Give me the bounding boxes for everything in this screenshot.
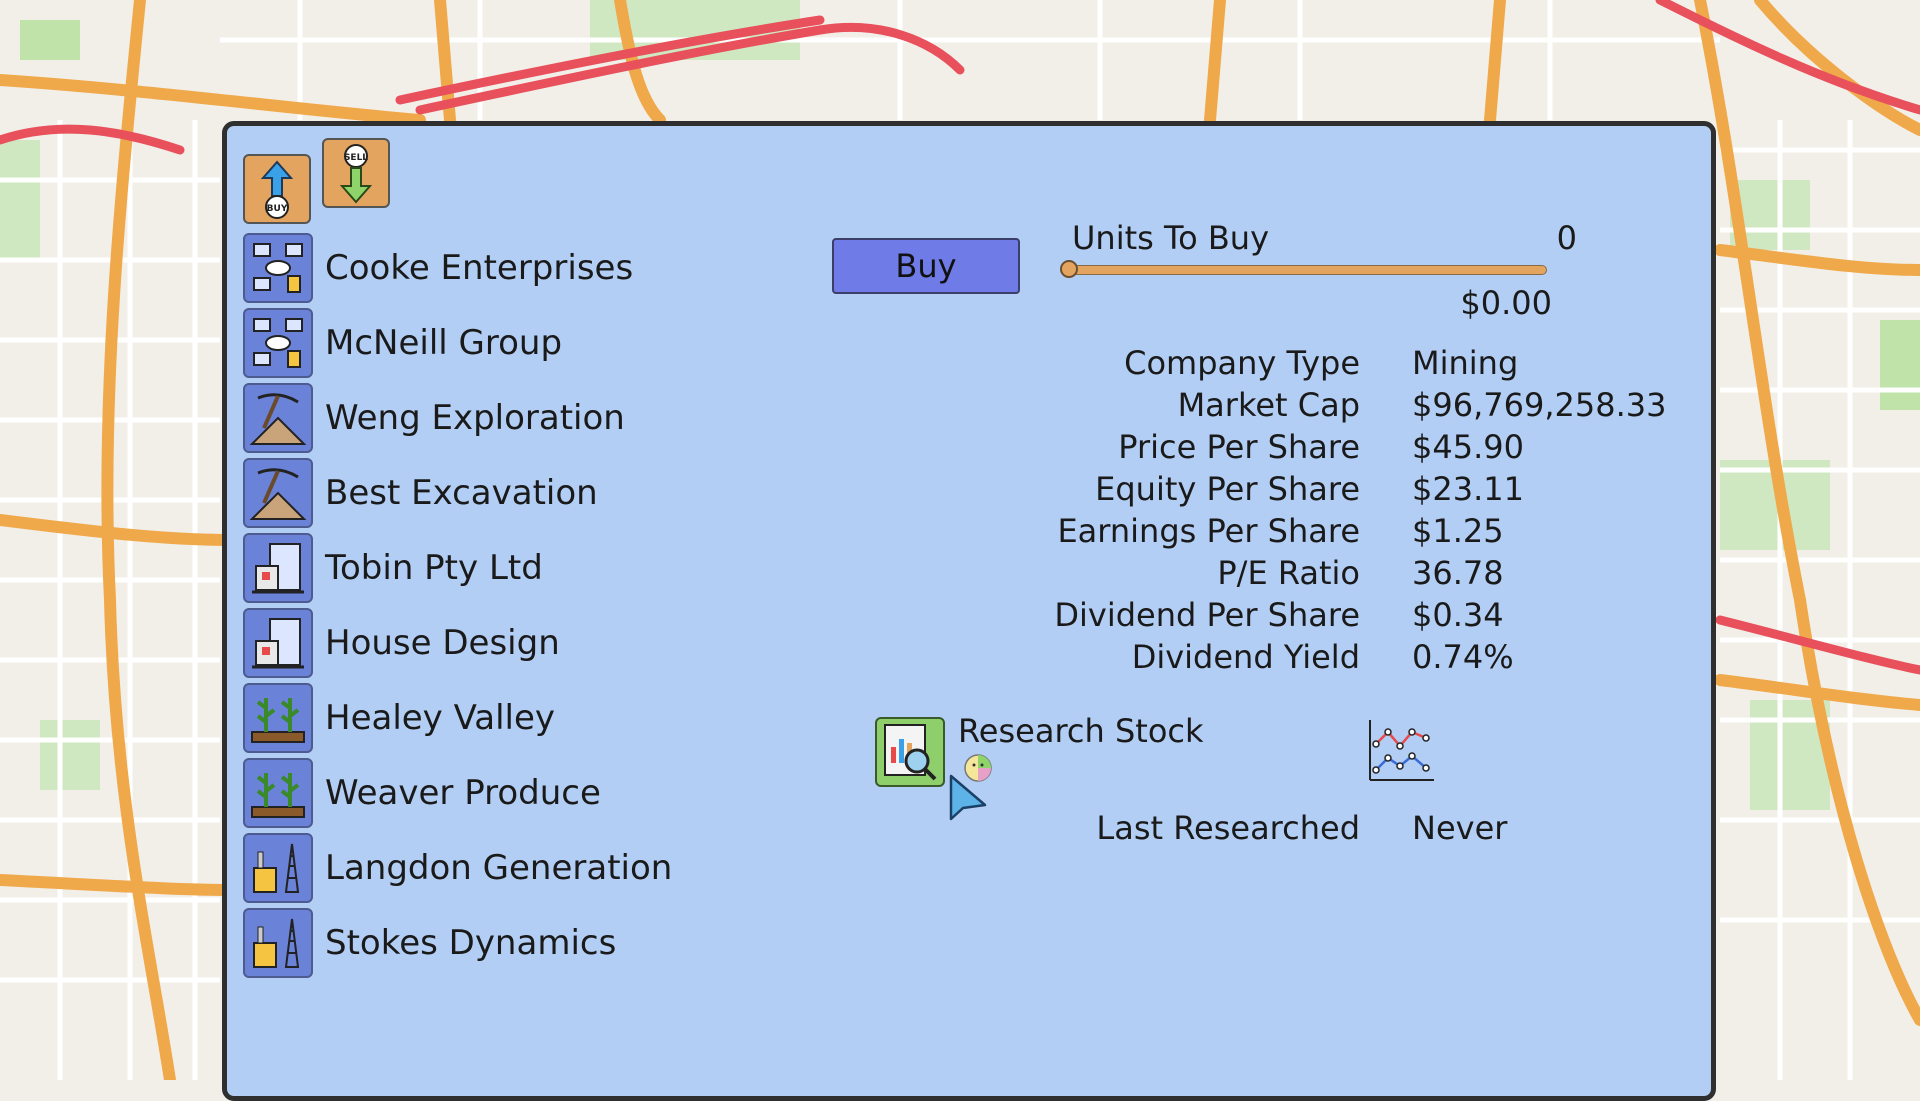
- dividend-yield-label: Dividend Yield: [1131, 638, 1360, 676]
- company-item[interactable]: Langdon Generation: [243, 833, 743, 903]
- company-item[interactable]: Stokes Dynamics: [243, 908, 743, 978]
- magnifier-report-icon: [884, 724, 937, 781]
- equity-per-share-value: $23.11: [1412, 470, 1524, 508]
- power-plant-icon: [243, 908, 313, 978]
- equity-per-share-label: Equity Per Share: [1095, 470, 1360, 508]
- market-cap-label: Market Cap: [1177, 386, 1360, 424]
- company-item[interactable]: Tobin Pty Ltd: [243, 533, 743, 603]
- company-name: Langdon Generation: [325, 848, 673, 888]
- company-type-value: Mining: [1412, 344, 1519, 382]
- earnings-per-share-value: $1.25: [1412, 512, 1504, 550]
- sell-mode-button[interactable]: SELL: [322, 138, 390, 208]
- research-stock-button[interactable]: [875, 717, 945, 787]
- mouse-cursor-icon: [949, 774, 987, 821]
- buy-icon-text: BUY: [267, 204, 288, 214]
- company-name: Tobin Pty Ltd: [325, 548, 543, 588]
- dividend-per-share-value: $0.34: [1412, 596, 1504, 634]
- pickaxe-mining-icon: [243, 383, 313, 453]
- company-name: Stokes Dynamics: [325, 923, 617, 963]
- power-plant-icon: [243, 833, 313, 903]
- company-item[interactable]: Weng Exploration: [243, 383, 743, 453]
- market-cap-value: $96,769,258.33: [1412, 386, 1667, 424]
- buy-button[interactable]: Buy: [832, 238, 1020, 294]
- earnings-per-share-label: Earnings Per Share: [1057, 512, 1360, 550]
- buy-arrow-icon: BUY: [260, 160, 294, 219]
- units-to-buy-value: 0: [1556, 219, 1577, 257]
- company-type-label: Company Type: [1124, 344, 1360, 382]
- sell-arrow-icon: SELL: [339, 144, 373, 204]
- tech-network-icon: [243, 233, 313, 303]
- company-item[interactable]: Best Excavation: [243, 458, 743, 528]
- price-per-share-value: $45.90: [1412, 428, 1524, 466]
- company-item[interactable]: McNeill Group: [243, 308, 743, 378]
- last-researched-label: Last Researched: [1096, 809, 1360, 847]
- units-slider-handle[interactable]: [1060, 260, 1078, 278]
- price-chart-icon[interactable]: [1366, 718, 1436, 784]
- stock-market-panel: BUY SELL Cooke Enterprises McNeill Group: [222, 121, 1716, 1101]
- pe-ratio-label: P/E Ratio: [1217, 554, 1360, 592]
- units-slider-track[interactable]: [1069, 265, 1547, 275]
- company-name: Cooke Enterprises: [325, 248, 634, 288]
- price-per-share-label: Price Per Share: [1118, 428, 1360, 466]
- crops-agriculture-icon: [243, 683, 313, 753]
- company-item[interactable]: Cooke Enterprises: [243, 233, 743, 303]
- company-name: Healey Valley: [325, 698, 555, 738]
- company-item[interactable]: Weaver Produce: [243, 758, 743, 828]
- pe-ratio-value: 36.78: [1412, 554, 1504, 592]
- company-item[interactable]: House Design: [243, 608, 743, 678]
- tech-network-icon: [243, 308, 313, 378]
- dividend-per-share-label: Dividend Per Share: [1054, 596, 1360, 634]
- crops-agriculture-icon: [243, 758, 313, 828]
- units-to-buy-label: Units To Buy: [1072, 219, 1270, 257]
- company-name: House Design: [325, 623, 560, 663]
- total-cost-value: $0.00: [1460, 284, 1552, 322]
- company-name: Weaver Produce: [325, 773, 601, 813]
- building-construction-icon: [243, 608, 313, 678]
- pickaxe-mining-icon: [243, 458, 313, 528]
- company-name: Best Excavation: [325, 473, 598, 513]
- buy-mode-button[interactable]: BUY: [243, 154, 311, 224]
- company-name: Weng Exploration: [325, 398, 625, 438]
- dividend-yield-value: 0.74%: [1412, 638, 1514, 676]
- company-name: McNeill Group: [325, 323, 563, 363]
- sell-icon-text: SELL: [344, 153, 368, 163]
- research-stock-label: Research Stock: [958, 712, 1204, 750]
- last-researched-value: Never: [1412, 809, 1508, 847]
- company-item[interactable]: Healey Valley: [243, 683, 743, 753]
- building-construction-icon: [243, 533, 313, 603]
